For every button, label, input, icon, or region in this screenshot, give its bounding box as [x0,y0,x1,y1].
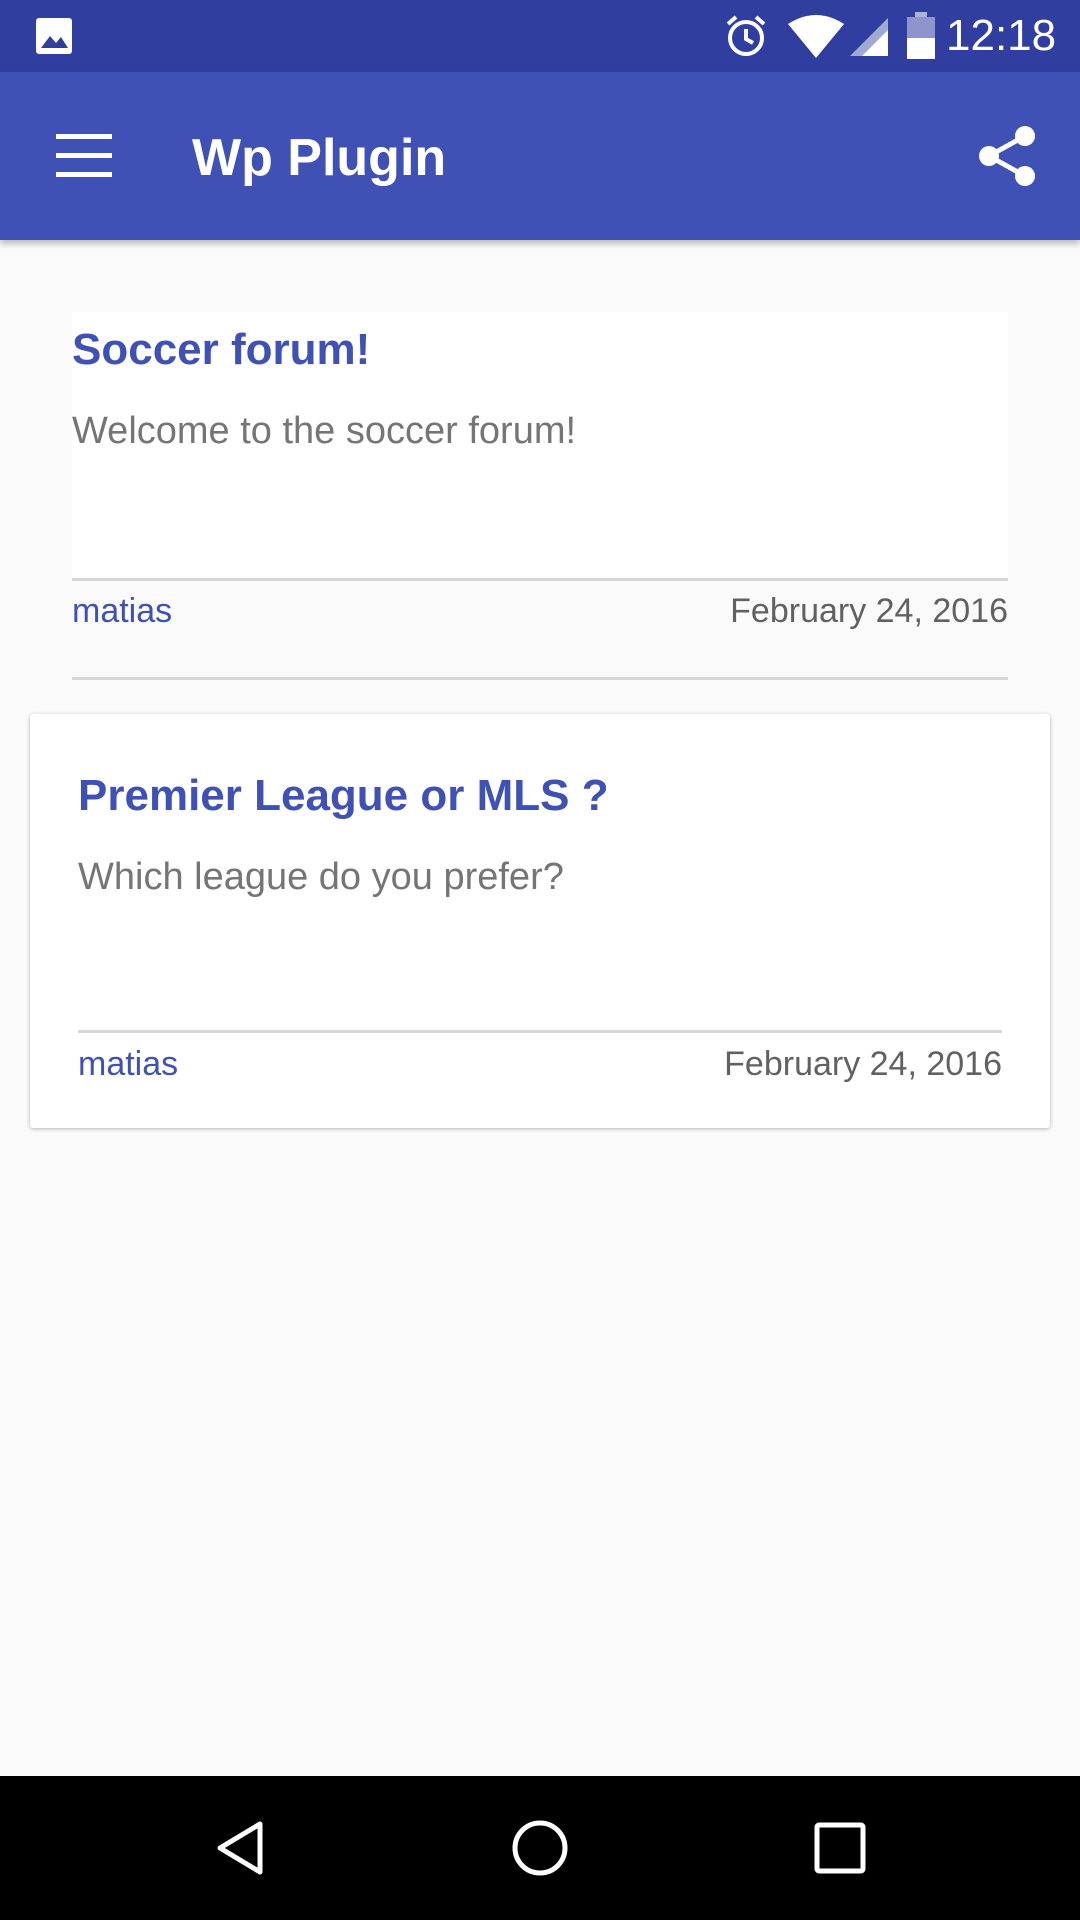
post-date: February 24, 2016 [730,592,1008,630]
post-title[interactable]: Soccer forum! [72,322,370,378]
menu-icon[interactable] [56,134,112,177]
wifi-icon [788,15,844,58]
post-excerpt: Which league do you prefer? [78,856,564,898]
post-author[interactable]: matias [78,1042,178,1086]
post-meta: matias February 24, 2016 [72,581,1008,643]
post-title[interactable]: Premier League or MLS ? [78,768,609,824]
post-content: Soccer forum! Welcome to the soccer foru… [72,312,1008,578]
post-card-inner: Premier League or MLS ? Which league do … [78,714,1002,1128]
battery-icon [907,12,935,59]
status-bar: 12:18 [0,0,1080,72]
alarm-icon [726,15,766,56]
post-divider [78,1030,1002,1033]
back-icon[interactable] [210,1816,274,1880]
signal-icon [850,18,888,56]
post-item[interactable]: Soccer forum! Welcome to the soccer foru… [72,312,1008,643]
share-icon[interactable] [976,124,1038,188]
app-title: Wp Plugin [192,129,447,187]
post-card[interactable]: Premier League or MLS ? Which league do … [30,714,1050,1128]
post-author[interactable]: matias [72,589,172,633]
post-date: February 24, 2016 [724,1045,1002,1083]
clock: 12:18 [946,11,1057,60]
recents-icon[interactable] [808,1816,872,1880]
post-excerpt: Welcome to the soccer forum! [72,410,577,452]
list-divider [72,677,1008,680]
gallery-icon [36,18,72,54]
app-bar: Wp Plugin [0,72,1080,240]
navigation-bar [0,1776,1080,1920]
post-meta: matias February 24, 2016 [78,1034,1002,1096]
home-icon[interactable] [508,1816,572,1880]
